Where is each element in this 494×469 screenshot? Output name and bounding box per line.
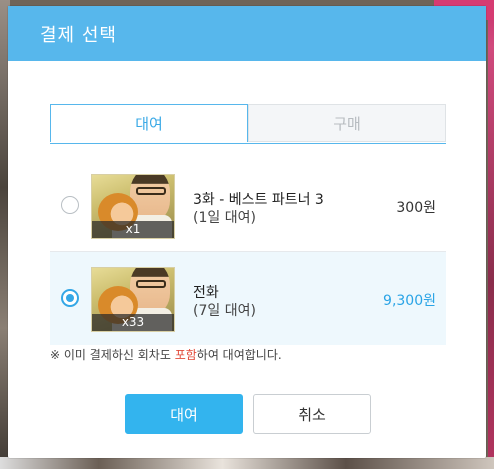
backdrop-strip-right [488, 0, 494, 469]
backdrop-strip-bottom [0, 457, 494, 469]
radio-episode-3[interactable] [61, 196, 79, 214]
notice-prefix: ※ 이미 결제하신 회차도 [50, 348, 175, 362]
notice-suffix: 하여 대여합니다. [196, 348, 282, 362]
episode-count-badge: x1 [92, 221, 174, 238]
rental-notice: ※ 이미 결제하신 회차도 포함하여 대여합니다. [50, 346, 282, 363]
thumb-art-glasses [136, 280, 166, 288]
list-item[interactable]: x33 전화 (7일 대여) 9,300원 [50, 252, 446, 345]
episode-duration: (7일 대여) [193, 303, 256, 319]
episode-price: 9,300원 [383, 293, 436, 309]
payment-tabs: 대여 구매 [50, 104, 446, 144]
episode-price: 300원 [396, 200, 436, 216]
episode-duration: (1일 대여) [193, 210, 256, 226]
episode-count-badge: x33 [92, 314, 174, 331]
modal-header: 결제 선택 [8, 6, 486, 61]
list-item[interactable]: x1 3화 - 베스트 파트너 3 (1일 대여) 300원 [50, 159, 446, 252]
episode-thumbnail: x1 [91, 174, 175, 239]
radio-all-episodes[interactable] [61, 289, 79, 307]
thumb-art-glasses [136, 187, 166, 195]
cancel-button[interactable]: 취소 [253, 394, 371, 434]
episode-thumbnail: x33 [91, 267, 175, 332]
tab-rent[interactable]: 대여 [50, 104, 248, 142]
tab-buy[interactable]: 구매 [248, 104, 446, 142]
episode-title: 전화 [193, 285, 219, 301]
notice-highlight: 포함 [174, 348, 197, 362]
episode-title: 3화 - 베스트 파트너 3 [193, 192, 324, 208]
payment-select-modal: 결제 선택 대여 구매 x1 3화 - 베스트 파트너 3 (1일 대여) 30… [8, 6, 486, 458]
modal-title: 결제 선택 [40, 25, 117, 46]
tabs-underline [50, 143, 446, 144]
rent-button[interactable]: 대여 [125, 394, 243, 434]
